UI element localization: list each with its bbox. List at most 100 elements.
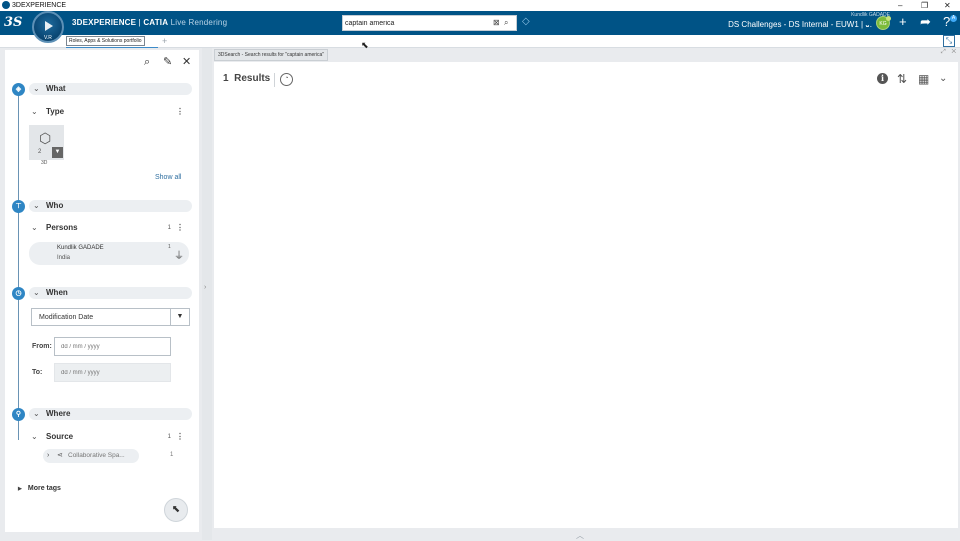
chevron-down-icon: ⌄ [33, 288, 40, 297]
person-name: Kundlik GADADE [57, 245, 104, 251]
info-icon[interactable]: i [877, 73, 888, 84]
section-who[interactable]: ⌄ Who [29, 200, 192, 212]
tile-count: 2 [38, 149, 42, 155]
clear-search-icon[interactable]: ⊠ [493, 18, 500, 28]
section-what[interactable]: ⌄ What [29, 83, 192, 95]
chevron-right-icon: › [204, 284, 207, 291]
chevron-down-icon: ⌄ [31, 107, 38, 116]
section-when[interactable]: ⌄ When [29, 287, 192, 299]
section-label: When [46, 288, 68, 297]
grid-view-icon[interactable]: ▦ [918, 71, 929, 87]
from-date-input[interactable] [54, 337, 171, 356]
tag-edit-icon[interactable]: ✎ [163, 55, 172, 69]
window-controls[interactable]: ⤢ ✕ [941, 49, 958, 56]
status-dot [886, 16, 891, 21]
section-where[interactable]: ⌄ Where [29, 408, 192, 420]
tenant-selector[interactable]: DS Challenges - DS Internal - EUW1 | ... [728, 20, 872, 29]
tab-roles-apps[interactable]: Roles, Apps & Solutions portfolio [66, 36, 145, 46]
panel-collapse-strip[interactable]: › [202, 48, 212, 540]
person-count: 1 [168, 244, 171, 250]
chevron-down-icon: ⌄ [31, 223, 38, 232]
to-date-input[interactable] [54, 363, 171, 382]
ds-logo-icon[interactable]: 3S [4, 14, 26, 32]
add-icon[interactable]: + [899, 14, 907, 30]
person-chip[interactable]: Kundlik GADADE India 1 ⏚ [29, 242, 189, 265]
search-box: ⊠ ⌕ [342, 15, 517, 31]
type-tile-3d[interactable]: ⬡ 2 ▼ [29, 125, 64, 160]
to-label: To: [32, 369, 43, 376]
chevron-down-icon[interactable]: ⌄ [864, 20, 871, 29]
when-icon: ◷ [12, 287, 25, 300]
close-window-button[interactable]: ✕ [944, 0, 951, 11]
more-tags-toggle[interactable]: ▶ More tags [18, 485, 61, 492]
chevron-up-icon[interactable]: ︿ [576, 530, 584, 541]
source-count: 1 [167, 434, 171, 440]
brand-platform: 3DEXPERIENCE [72, 18, 137, 27]
what-icon: ◈ [12, 83, 25, 96]
results-count: 1 Results [223, 73, 270, 84]
active-tab-indicator [66, 47, 158, 48]
section-label: Where [46, 409, 71, 418]
filter-icon[interactable]: ⏚ [174, 247, 184, 262]
person-country: India [57, 255, 71, 261]
tag-icon[interactable]: ◇ [522, 16, 534, 28]
compass-version: V.R [44, 35, 52, 41]
caret-right-icon: ▶ [18, 486, 22, 492]
sort-icon[interactable]: ⇅ [897, 71, 907, 87]
restore-button[interactable]: ❐ [921, 0, 928, 11]
brand-title: 3DEXPERIENCE | CATIA Live Rendering [72, 11, 227, 35]
subsection-source[interactable]: ⌄ Source 1 ⋮ [29, 431, 189, 443]
timeline-line [18, 88, 19, 440]
brand-app: CATIA [143, 18, 169, 27]
dropdown-icon[interactable]: ▼ [52, 147, 63, 158]
search-results-tab[interactable]: 3DSearch - Search results for "captain a… [214, 49, 329, 61]
divider [274, 73, 275, 87]
play-icon [45, 21, 53, 31]
more-menu-icon[interactable]: ⋮ [176, 222, 184, 234]
subsection-type[interactable]: ⌄ Type ⋮ [29, 106, 189, 118]
share-nodes-icon: ⋖ [57, 452, 63, 459]
tile-label: 3D [41, 160, 48, 166]
subsection-persons[interactable]: ⌄ Persons 1 ⋮ [29, 222, 189, 234]
dropdown-icon[interactable]: ▼ [170, 309, 189, 325]
chevron-down-icon: ⌄ [33, 201, 40, 210]
subsection-label: Source [46, 432, 74, 441]
add-tab-button[interactable]: + [162, 35, 167, 47]
more-menu-icon[interactable]: ⋮ [176, 106, 184, 118]
share-icon[interactable]: ➦ [920, 14, 931, 30]
chevron-down-icon: ⌄ [31, 432, 38, 441]
section-label: Who [46, 201, 64, 210]
source-chip[interactable]: › ⋖ Collaborative Spa... [43, 449, 139, 463]
results-label: Results [234, 73, 271, 84]
help-icon[interactable]: ? [943, 14, 950, 30]
chevron-down-icon: ⌄ [33, 84, 40, 93]
chevron-right-icon[interactable]: › [47, 449, 49, 463]
more-menu-icon[interactable]: ⋮ [176, 431, 184, 443]
date-type-select[interactable]: Modification Date ▼ [31, 308, 190, 326]
help-badge: A [950, 15, 957, 22]
date-type-value: Modification Date [39, 314, 94, 321]
source-item-label: Collaborative Spa... [68, 452, 125, 459]
history-icon[interactable]: ◔ [280, 73, 293, 86]
fullscreen-button[interactable]: ⤡ [943, 35, 955, 47]
section-label: What [46, 84, 66, 93]
mouse-cursor-icon: ⬉ [361, 40, 369, 50]
select-tool-button[interactable]: ⬉ [164, 498, 188, 522]
close-icon[interactable]: ✕ [182, 55, 191, 69]
persons-count: 1 [167, 225, 171, 231]
search-icon[interactable]: ⌕ [144, 55, 150, 69]
compass-button[interactable]: V.R [32, 11, 64, 43]
results-number: 1 [223, 73, 229, 84]
who-icon: ⊤ [12, 200, 25, 213]
search-input[interactable] [345, 16, 485, 30]
chevron-down-icon[interactable]: ⌄ [939, 71, 947, 87]
minimize-button[interactable]: – [898, 0, 902, 11]
where-icon: ⚲ [12, 408, 25, 421]
subsection-label: Persons [46, 223, 78, 232]
show-all-link[interactable]: Show all [155, 174, 181, 181]
chevron-down-icon: ⌄ [33, 409, 40, 418]
from-label: From: [32, 343, 52, 350]
search-icon[interactable]: ⌕ [504, 18, 508, 28]
os-title-bar: 3DEXPERIENCE – ❐ ✕ [0, 0, 960, 11]
app-logo-icon [2, 1, 10, 9]
